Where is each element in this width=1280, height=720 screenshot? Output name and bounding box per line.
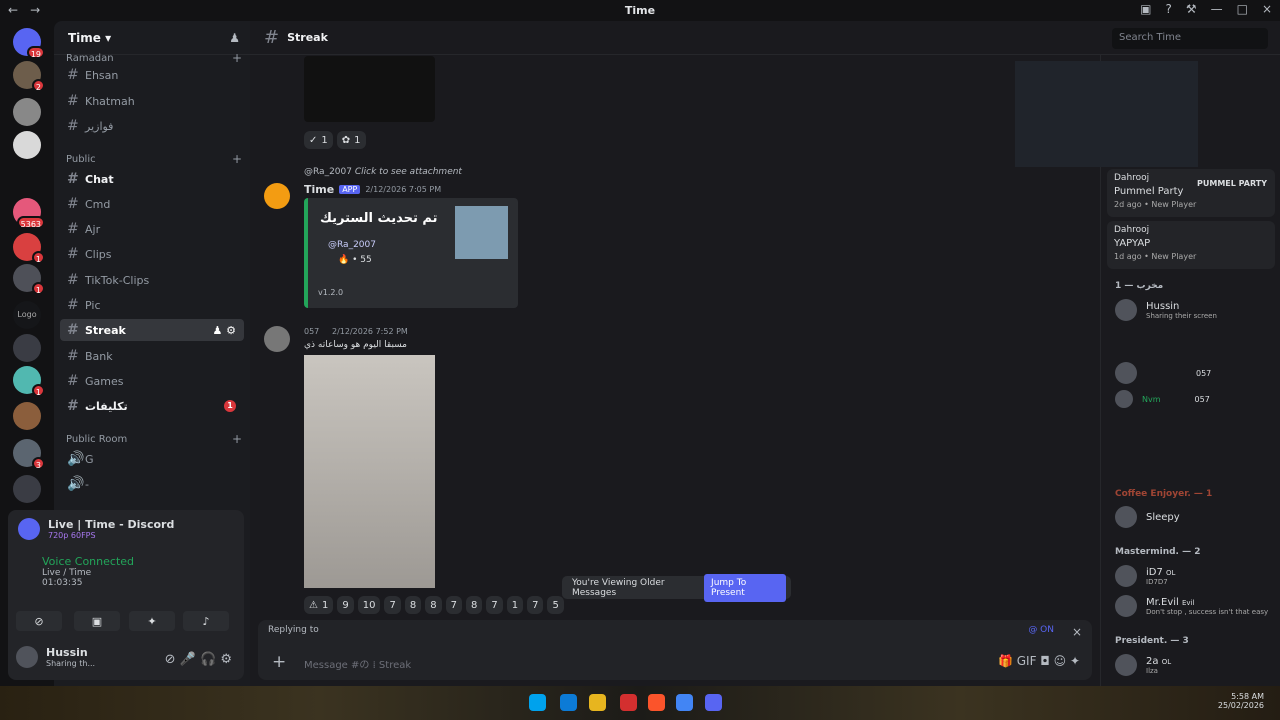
server-icon[interactable]: 1 <box>13 233 45 264</box>
voice-status: Voice Connected <box>42 555 135 568</box>
server-icon[interactable] <box>13 98 41 126</box>
camera-button[interactable]: ⊘ <box>16 611 62 631</box>
channel-clips[interactable]: # Clips <box>60 243 244 265</box>
chrome-icon[interactable] <box>676 694 693 711</box>
reaction-row: ✓ 1 ✿ 1 <box>304 131 370 149</box>
discord-home-icon[interactable]: 19 <box>13 28 45 59</box>
server-icon[interactable]: 5363 <box>13 198 45 229</box>
user-avatar[interactable] <box>264 326 290 352</box>
logo-icon[interactable]: Logo <box>13 301 41 329</box>
channel-tiktok-clips[interactable]: # TikTok-Clips <box>60 269 244 291</box>
title-bar: ← → Time ▣? ⚒ — □ × <box>0 0 1280 21</box>
channel-cmd[interactable]: # Cmd <box>60 193 244 215</box>
embed-thumbnail <box>455 206 508 259</box>
window-title: Time <box>624 4 656 17</box>
member-id7[interactable]: iD7 OL ID7D7 <box>1115 565 1175 587</box>
channel-ajr[interactable]: # Ajr <box>60 218 244 240</box>
composer-icons[interactable]: 🎁 GIF ◘ ☺ ✦ <box>998 654 1080 668</box>
channel-ehsan[interactable]: # Ehsan <box>60 64 244 86</box>
channel-chat[interactable]: # Chat <box>60 168 244 190</box>
add-icon[interactable]: + <box>272 652 286 672</box>
server-icon[interactable] <box>13 475 41 503</box>
channel-bank[interactable]: # Bank <box>60 345 244 367</box>
maximize-button[interactable]: □ <box>1237 2 1248 16</box>
windows-start-icon[interactable] <box>529 694 546 711</box>
server-icon[interactable] <box>13 334 41 362</box>
invite-icon[interactable]: ♟ <box>229 31 240 45</box>
app-icon[interactable] <box>620 694 637 711</box>
brave-icon[interactable] <box>648 694 665 711</box>
member-list: Dahrooj Pummel Party 2d ago • New Player PU… <box>1015 55 1280 686</box>
server-icon[interactable]: 1 <box>13 264 45 295</box>
member-hussin[interactable]: Hussin Sharing their screen <box>1115 299 1217 321</box>
user-panel: Live | Time - Discord 720p 60FPS Voice Co… <box>8 510 244 680</box>
bot-avatar[interactable] <box>264 183 290 209</box>
live-stream-panel[interactable]: Live | Time - Discord 720p 60FPS <box>18 518 174 540</box>
channel-header: # Streak Search Time <box>250 21 1280 55</box>
taskbar-clock[interactable]: 5:58 AM 25/02/2026 <box>1218 692 1264 710</box>
server-icon[interactable] <box>13 402 41 430</box>
close-reply-icon[interactable]: × <box>1072 625 1082 639</box>
minimize-button[interactable]: — <box>1211 2 1223 16</box>
older-messages-bar: You're Viewing Older Messages Jump To Pre… <box>562 573 791 602</box>
voice-channel-g[interactable]: 🔊 G <box>60 448 244 470</box>
server-icon[interactable]: 3 <box>13 439 45 470</box>
jump-present-button[interactable]: Jump To Present <box>704 573 786 602</box>
member-sleepy[interactable]: Sleepy <box>1115 506 1180 528</box>
check-reaction[interactable]: ✓ 1 <box>304 131 333 149</box>
channel-streak[interactable]: # Streak ♟ ⚙ <box>60 319 244 341</box>
channel-fawazeer[interactable]: # فوازير <box>60 115 244 137</box>
bottom-reactions: ⚠ 1 9 10 7 8 8 7 8 7 1 7 5 <box>304 596 568 614</box>
attachment-image[interactable] <box>304 56 435 122</box>
mention-toggle[interactable]: @ ON <box>1028 625 1054 635</box>
screen-share-button[interactable]: ▣ <box>74 611 120 631</box>
message-input[interactable]: Message #の ⁞ Streak <box>304 656 411 671</box>
screen-preview[interactable] <box>1015 61 1198 167</box>
category-public[interactable]: Public + <box>66 152 242 166</box>
soundboard-button[interactable]: ♪ <box>183 611 229 631</box>
member-mr-evil[interactable]: Mr.Evil Evil Don't stop , success isn't t… <box>1115 595 1268 617</box>
member-2a[interactable]: 2a OL Ilza <box>1115 654 1171 676</box>
voice-channel-dash[interactable]: 🔊 - <box>60 473 244 495</box>
category-public-room[interactable]: Public Room + <box>66 432 242 446</box>
close-button[interactable]: × <box>1262 2 1272 16</box>
inbox-icon[interactable]: ▣ <box>1140 2 1151 16</box>
channel-takleefat[interactable]: # تكليفات 1 <box>60 395 244 417</box>
member-hidden-two[interactable]: Nvm 057 <box>1115 390 1210 408</box>
file-explorer-icon[interactable] <box>589 694 606 711</box>
voice-controls[interactable]: ⊘ 🎤 🎧 ⚙ <box>165 652 232 667</box>
discord-icon[interactable] <box>705 694 722 711</box>
help-icon[interactable]: ? <box>1165 2 1171 16</box>
category-ramadan[interactable]: Ramadan + <box>66 51 242 65</box>
server-icon[interactable]: 2 <box>13 61 45 92</box>
server-header[interactable]: Time ▾ ♟ <box>54 21 250 55</box>
channel-title: Streak <box>287 31 328 44</box>
tool-icon[interactable]: ⚒ <box>1186 2 1197 16</box>
channel-pic[interactable]: # Pic <box>60 294 244 316</box>
search-input[interactable]: Search Time <box>1112 28 1268 49</box>
windows-taskbar: 5:58 AM 25/02/2026 <box>0 686 1280 720</box>
bot-embed: تم تحديث الستريك @Ra_2007 🔥 • 55 v1.2.0 <box>304 198 518 308</box>
user-info[interactable]: Hussin Sharing th... <box>16 646 95 668</box>
server-icon[interactable] <box>13 131 41 159</box>
back-icon[interactable]: ← <box>8 3 18 17</box>
composer: Replying to @ ON × + Message #の ⁞ Streak… <box>258 620 1092 680</box>
channel-khatmah[interactable]: # Khatmah <box>60 90 244 112</box>
forward-icon[interactable]: → <box>30 3 40 17</box>
server-icon[interactable]: 1 <box>13 366 45 397</box>
member-hidden[interactable]: 057 <box>1115 362 1211 384</box>
activities-button[interactable]: ✦ <box>129 611 175 631</box>
channel-games[interactable]: # Games <box>60 370 244 392</box>
server-name: Time <box>68 30 101 45</box>
child-photo[interactable] <box>304 355 435 588</box>
rose-reaction[interactable]: ✿ 1 <box>336 131 366 149</box>
discord-icon <box>18 518 40 540</box>
edge-icon[interactable] <box>560 694 577 711</box>
activity-card[interactable]: Dahrooj YAPYAP 1d ago • New Player <box>1107 221 1275 269</box>
activity-card[interactable]: Dahrooj Pummel Party 2d ago • New Player PU… <box>1107 169 1275 217</box>
